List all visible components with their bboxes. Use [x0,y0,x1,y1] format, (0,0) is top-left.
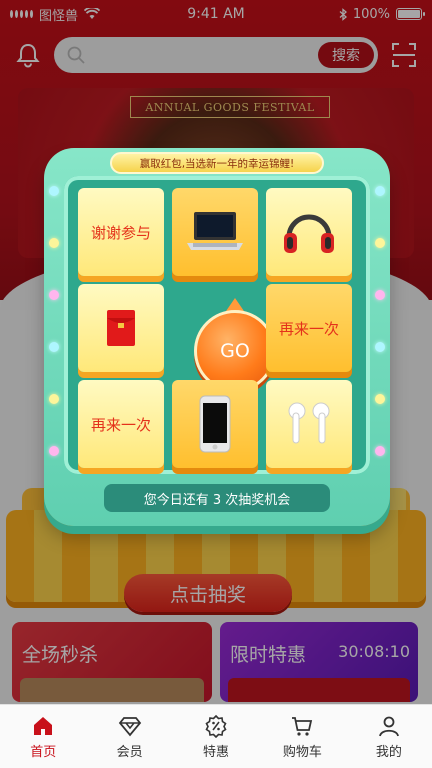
prize-phone [172,380,258,468]
lamp-light [375,238,385,248]
diamond-icon [118,716,141,736]
lamp-light [49,238,59,248]
prize-thanks-label: 谢谢参与 [90,223,151,242]
prize-again-right: 再来一次 [266,284,352,372]
cart-icon [292,716,313,736]
lamp-light [49,186,59,196]
lottery-ribbon: 赢取红包,当选新一年的幸运锦鲤! [110,152,324,174]
tab-home[interactable]: 首页 [0,705,86,768]
tab-deals-label: 特惠 [203,744,230,760]
lamp-light [49,342,59,352]
tab-member-label: 会员 [116,744,143,760]
tab-cart[interactable]: 购物车 [259,705,345,768]
prize-again-left: 再来一次 [78,380,164,468]
lottery-modal: 赢取红包,当选新一年的幸运锦鲤! 谢谢参与 GO 再来一次 再来一次 您今日还有… [44,148,390,526]
user-icon [378,716,399,736]
tab-home-label: 首页 [30,744,57,760]
lamp-light [49,394,59,404]
prize-thanks: 谢谢参与 [78,188,164,276]
lamp-light [375,446,385,456]
prize-again-left-label: 再来一次 [90,415,151,434]
earbuds-icon [288,402,330,444]
home-icon [34,716,53,735]
prize-red-envelope [78,284,164,372]
laptop-icon [187,212,243,250]
tab-cart-label: 购物车 [282,744,322,760]
tab-member[interactable]: 会员 [86,705,172,768]
red-envelope-icon [107,310,135,346]
discount-icon [205,714,227,738]
lamp-light [49,446,59,456]
prize-headphones [266,188,352,276]
prize-again-right-label: 再来一次 [278,319,339,338]
lamp-light [49,290,59,300]
lamp-light [375,394,385,404]
tab-profile[interactable]: 我的 [346,705,432,768]
phone-icon [199,395,231,453]
tab-deals[interactable]: 特惠 [173,705,259,768]
tab-bar: 首页 会员 特惠 购物车 我的 [0,704,432,768]
chances-remaining: 您今日还有 3 次抽奖机会 [104,484,330,512]
prize-laptop [172,188,258,276]
lamp-light [375,342,385,352]
lamp-light [375,186,385,196]
lamp-light [375,290,385,300]
tab-profile-label: 我的 [375,744,402,760]
prize-grid: 谢谢参与 GO 再来一次 再来一次 [64,176,370,474]
prize-earbuds [266,380,352,468]
headphones-icon [284,214,334,253]
